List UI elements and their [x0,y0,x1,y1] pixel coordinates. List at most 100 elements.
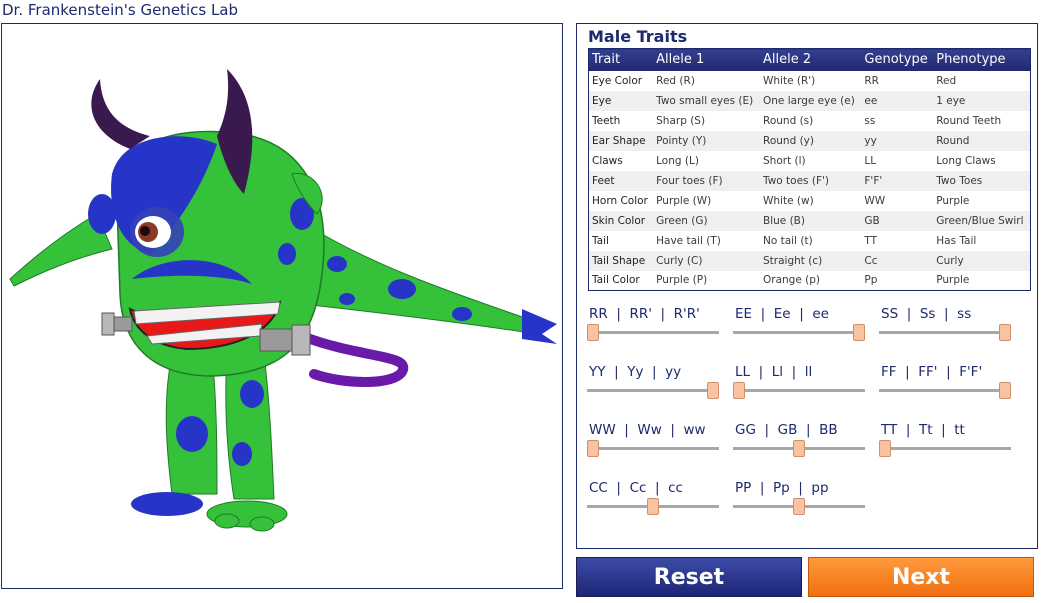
table-cell: Round Teeth [936,114,1002,127]
app-title: Dr. Frankenstein's Genetics Lab [2,1,239,19]
column-header-allele-2: Allele 2 [760,48,862,71]
table-row: Tail Have tail (T) No tail (t) TT Has Tail [589,231,1031,251]
slider-label: WW | Ww | ww [589,422,706,438]
table-cell: Long (L) [656,154,699,167]
slider-thumb[interactable] [879,440,891,457]
slider-label: CC | Cc | cc [589,480,683,496]
table-cell: Purple (P) [656,274,708,287]
table-cell: Teeth [592,114,621,127]
slider-label: EE | Ee | ee [735,306,829,322]
slider-thumb[interactable] [587,440,599,457]
column-header-phenotype: Phenotype [933,48,1031,71]
table-row: Claws Long (L) Short (l) LL Long Claws [589,151,1031,171]
table-row: Eye Two small eyes (E) One large eye (e) ee… [588,90,1031,111]
table-row: Skin Color Green (G) Blue (B) GB Green/Blue … [588,210,1031,231]
table-cell: RR [864,74,879,87]
slider-thumb[interactable] [587,324,599,341]
table-row: Eye Color Red (R) White (R') RR Red [589,71,1031,91]
table-cell: Ear Shape [588,130,654,151]
table-cell: Eye [588,90,654,111]
slider-track[interactable] [587,331,719,334]
creature-viewer [1,23,563,589]
column-header-trait: Trait [588,48,654,71]
table-cell: Round (y) [760,130,862,151]
slider-thumb[interactable] [999,324,1011,341]
slider-track[interactable] [879,331,1011,334]
table-cell: Red [936,74,957,87]
table-cell: Green/Blue Swirl [933,210,1031,231]
slider-tail[interactable]: TT | Tt | tt [879,422,1013,462]
slider-track[interactable] [587,447,719,450]
slider-tail-shape[interactable]: CC | Cc | cc [587,480,721,520]
table-cell: Two small eyes (E) [653,90,761,111]
table-cell: Short (l) [763,154,806,167]
table-cell: Four toes (F) [653,170,761,191]
table-cell: No tail (t) [763,234,813,247]
table-cell: yy [861,130,934,151]
slider-track[interactable] [733,331,865,334]
slider-eye-count[interactable]: EE | Ee | ee [733,306,867,346]
slider-feet[interactable]: FF | FF' | F'F' [879,364,1013,404]
table-cell: Tail [592,234,609,247]
table-header-row: Trait Allele 1 Allele 2 Genotype Phenoty… [588,48,1031,71]
column-header-genotype: Genotype [861,48,934,71]
slider-horn-color[interactable]: WW | Ww | ww [587,422,721,462]
table-row: Feet Four toes (F) Two toes (F') F'F' Two To… [588,170,1031,191]
table-cell: Red (R) [656,74,695,87]
table-cell: Cc [861,250,934,271]
table-cell: Purple [936,194,970,207]
table-cell: Feet [588,170,654,191]
slider-claws[interactable]: LL | Ll | ll [733,364,867,404]
traits-panel: Male Traits Trait Allele 1 Allele 2 Geno… [576,23,1038,549]
slider-thumb[interactable] [793,440,805,457]
next-button[interactable]: Next [808,557,1034,597]
slider-label: GG | GB | BB [735,422,838,438]
table-row: Ear Shape Pointy (Y) Round (y) yy Round [588,130,1031,151]
slider-thumb[interactable] [793,498,805,515]
table-cell: LL [864,154,877,167]
table-cell: White (R') [763,74,816,87]
slider-thumb[interactable] [733,382,745,399]
table-cell: White (w) [763,194,814,207]
slider-track[interactable] [733,389,865,392]
table-cell: Two Toes [933,170,1031,191]
slider-tail-color[interactable]: PP | Pp | pp [733,480,867,520]
slider-thumb[interactable] [707,382,719,399]
creature-illustration [9,69,557,532]
table-cell: TT [864,234,878,247]
slider-teeth[interactable]: SS | Ss | ss [879,306,1013,346]
table-cell: Claws [592,154,623,167]
slider-label: TT | Tt | tt [881,422,965,438]
slider-label: SS | Ss | ss [881,306,972,322]
slider-label: LL | Ll | ll [735,364,813,380]
table-cell: 1 eye [933,90,1031,111]
column-header-allele-1: Allele 1 [653,48,761,71]
slider-skin-color[interactable]: GG | GB | BB [733,422,867,462]
slider-ear-shape[interactable]: YY | Yy | yy [587,364,721,404]
table-cell: One large eye (e) [760,90,862,111]
table-cell: Horn Color [592,194,648,207]
table-cell: Have tail (T) [656,234,721,247]
slider-track[interactable] [879,447,1011,450]
slider-thumb[interactable] [647,498,659,515]
table-cell: Sharp (S) [656,114,706,127]
slider-track[interactable] [587,389,719,392]
table-cell: Curly (C) [653,250,761,271]
table-cell: GB [861,210,934,231]
table-cell: Tail Color [592,274,640,287]
slider-thumb[interactable] [853,324,865,341]
table-cell: Skin Color [588,210,654,231]
slider-eye-color[interactable]: RR | RR' | R'R' [587,306,721,346]
slider-thumb[interactable] [999,382,1011,399]
traits-table: Trait Allele 1 Allele 2 Genotype Phenoty… [588,48,1031,291]
table-cell: ss [864,114,876,127]
table-cell: Eye Color [592,74,643,87]
table-cell: Has Tail [936,234,977,247]
table-cell: WW [864,194,886,207]
table-cell: Pp [864,274,878,287]
table-cell: F'F' [861,170,934,191]
slider-track[interactable] [879,389,1011,392]
reset-button[interactable]: Reset [576,557,802,597]
table-cell: Green (G) [653,210,761,231]
slider-label: FF | FF' | F'F' [881,364,983,380]
